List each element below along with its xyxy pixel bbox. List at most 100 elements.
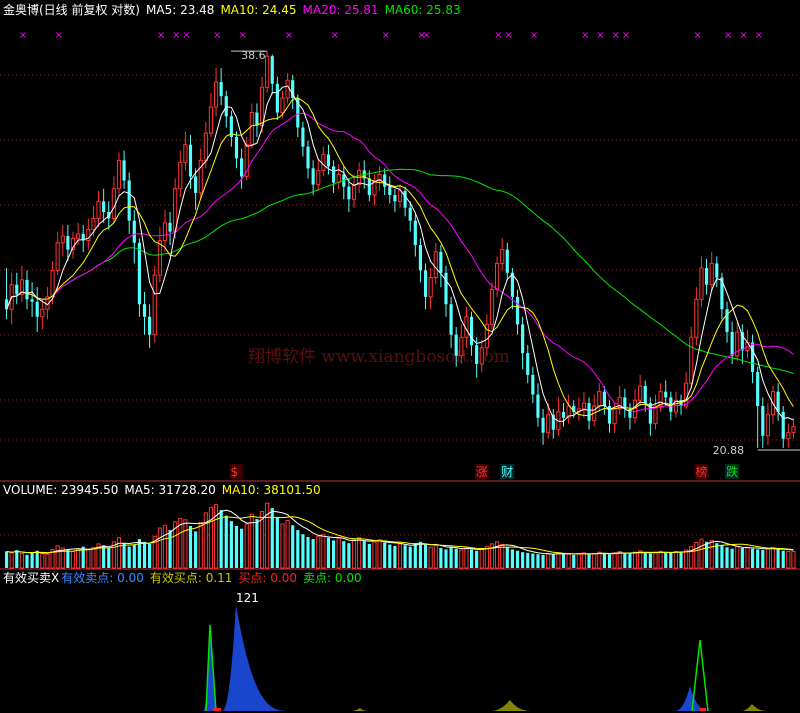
- candle-body-up: [265, 55, 270, 88]
- volume-bar-down: [4, 551, 9, 568]
- volume-bar-down: [572, 554, 576, 568]
- stock-chart-canvas[interactable]: 翔博软件 www.xiangbosoft.com× × × × × × × × × × ×× × × × ×…: [0, 0, 800, 713]
- volume-bar-down: [326, 537, 331, 568]
- indicator-red-mark: [213, 708, 221, 711]
- candle-body-up: [203, 132, 208, 161]
- vol-ma5-value: 31728.20: [158, 483, 216, 497]
- volume-bar-down: [587, 554, 591, 568]
- volume-bar-down: [526, 552, 530, 568]
- volume-bar-up: [428, 546, 433, 569]
- volume-bar-up: [116, 537, 122, 569]
- candle-body-up: [96, 200, 101, 219]
- volume-bar-up: [479, 548, 484, 569]
- ma10-value: 24.45: [262, 3, 297, 17]
- signal-x-marker: ×: [739, 30, 747, 41]
- indicator-blue-peak: [222, 605, 290, 711]
- candle-body-down: [367, 178, 371, 196]
- volume-bar-down: [607, 554, 612, 568]
- candle-body-up: [321, 153, 326, 171]
- volume-bar-up: [612, 552, 617, 569]
- volume-bar-up: [597, 551, 602, 569]
- volume-bar-down: [469, 549, 474, 568]
- volume-bar-down: [219, 510, 223, 568]
- volume-bar-up: [581, 552, 587, 569]
- signal-x-marker: ×: [612, 30, 620, 41]
- candle-body-down: [725, 309, 729, 333]
- signal-x-marker: ×: [382, 30, 390, 41]
- volume-bar-down: [393, 545, 397, 568]
- volume-bar-up: [336, 537, 341, 569]
- candle-body-down: [526, 353, 530, 375]
- volume-bar-up: [484, 546, 489, 569]
- candle-body-down: [15, 284, 19, 295]
- indicator-olive-hump: [350, 708, 370, 711]
- indicator-olive-hump: [490, 700, 535, 711]
- candle-body-down: [102, 201, 106, 212]
- volume-bar-down: [275, 517, 279, 568]
- candle-body-down: [756, 372, 760, 407]
- candle-body-up: [76, 233, 81, 239]
- indicator-peak-label: 121: [236, 591, 259, 605]
- volume-bar-down: [240, 528, 244, 568]
- candle-body-down: [454, 334, 458, 356]
- candle-body-down: [270, 56, 274, 84]
- volume-bar-up: [316, 535, 321, 569]
- candle-body-down: [30, 299, 34, 302]
- signal-x-marker: ×: [504, 30, 512, 41]
- candle-body-up: [351, 184, 357, 200]
- candle-body-down: [331, 166, 336, 183]
- candle-body-down: [449, 304, 453, 335]
- candle-body-down: [219, 81, 223, 97]
- volume-bar-up: [9, 552, 14, 569]
- volume-bar-up: [576, 553, 581, 569]
- vol-ma5-label: MA5:: [124, 483, 155, 497]
- ma5-label: MA5:: [146, 3, 177, 17]
- candle-body-up: [208, 106, 214, 134]
- volume-panel-header: VOLUME: 23945.50 MA5: 31728.20 MA10: 38101…: [3, 483, 327, 497]
- signal-x-marker: ×: [755, 30, 763, 41]
- volume-bar-down: [15, 550, 19, 568]
- ma10-line: [6, 97, 794, 417]
- signal-x-marker: ×: [423, 30, 431, 41]
- candle-body-down: [148, 316, 152, 335]
- watermark-text: 翔博软件 www.xiangbosoft.com: [248, 347, 510, 367]
- candle-body-up: [91, 217, 96, 230]
- indicator-blue-peak: [203, 620, 220, 711]
- candle-body-up: [183, 144, 188, 163]
- sell-label: 买点:: [238, 571, 267, 585]
- volume-bar-up: [198, 522, 203, 569]
- volume-bar-up: [653, 552, 658, 569]
- volume-bar-up: [658, 550, 663, 569]
- candle-body-down: [194, 176, 198, 193]
- volume-bar-down: [367, 543, 371, 568]
- volume-bar-down: [449, 546, 453, 568]
- volume-bar-down: [740, 548, 744, 568]
- stock-title: 金奥博(日线 前复权 对数): [3, 3, 140, 17]
- volume-bar-down: [408, 546, 412, 568]
- volume-bar-up: [735, 546, 740, 569]
- candle-body-down: [142, 304, 147, 317]
- indicator-panel-header: 有效买卖X 有效卖点: 0.00 有效买点: 0.11 买点: 0.00 卖点: 0.0…: [3, 571, 368, 585]
- volume-bar-up: [203, 512, 208, 569]
- candle-body-down: [750, 342, 755, 373]
- volume-bar-up: [208, 506, 214, 569]
- vol-ma10-label: MA10:: [221, 483, 260, 497]
- candle-body-down: [383, 174, 387, 187]
- volume-bar-down: [347, 543, 351, 568]
- volume-bar-down: [132, 544, 136, 568]
- signal-x-marker: ×: [596, 30, 604, 41]
- high-price-label: 38.6: [241, 49, 265, 62]
- buy-legend: 卖点: 0.00: [303, 571, 362, 585]
- ma5-legend: MA5: 23.48: [146, 3, 214, 17]
- candle-body-down: [275, 83, 279, 113]
- volume-bar-down: [127, 546, 131, 568]
- candle-body-up: [459, 336, 464, 357]
- price-panel-header: 金奥博(日线 前复权 对数) MA5: 23.48 MA10: 24.45 MA20:…: [3, 3, 467, 17]
- volume-bar-up: [433, 544, 438, 569]
- sell-legend: 买点: 0.00: [238, 571, 297, 585]
- eff-buy-label: 有效卖点:: [61, 571, 114, 585]
- ma10-label: MA10:: [220, 3, 259, 17]
- candle-body-down: [137, 242, 141, 305]
- volume-bar-down: [413, 543, 417, 568]
- volume-bar-down: [418, 541, 423, 568]
